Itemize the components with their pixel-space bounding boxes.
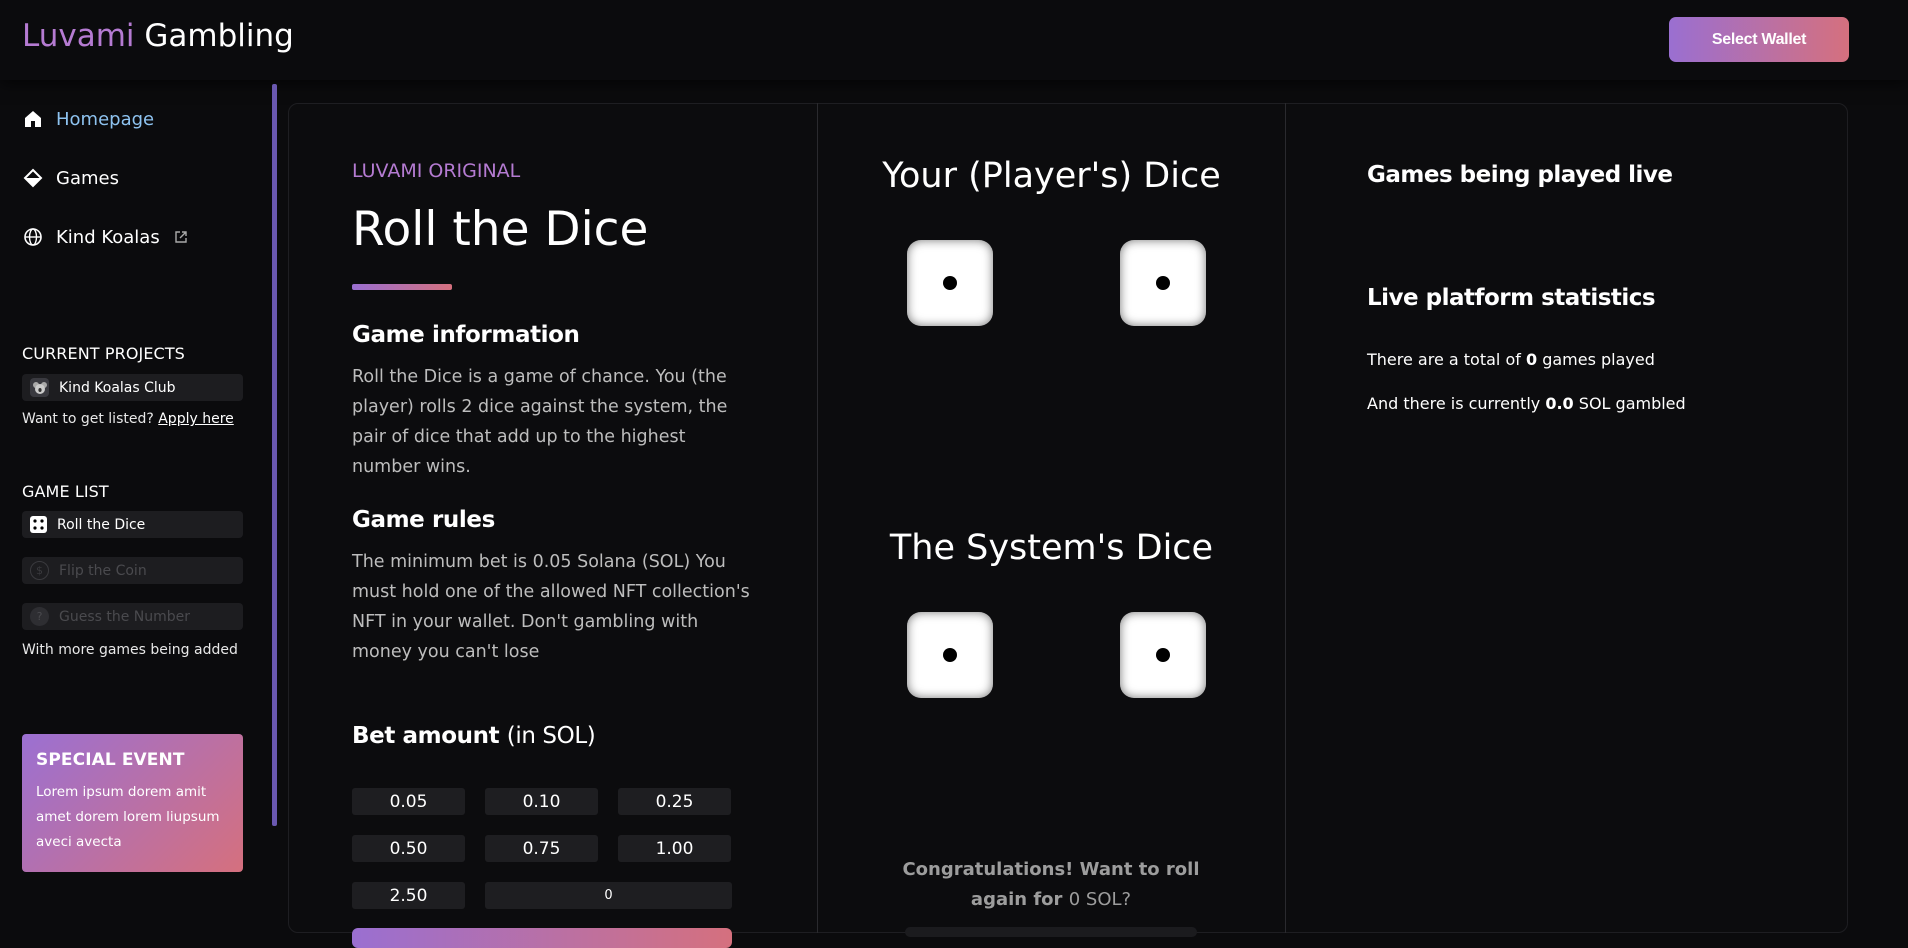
top-bar: Luvami Gambling Select Wallet	[0, 0, 1908, 80]
game-label: Flip the Coin	[59, 562, 147, 579]
total-games-stat: There are a total of 0 games played	[1367, 350, 1655, 369]
player-die	[907, 240, 993, 326]
globe-icon	[22, 226, 44, 248]
player-dice-title: Your (Player's) Dice	[882, 156, 1221, 196]
total-suffix: games played	[1542, 350, 1655, 369]
sidebar-scrollbar[interactable]	[272, 84, 277, 826]
sidebar-item-games[interactable]: Games	[22, 167, 119, 189]
bet-unit-text: (in SOL)	[506, 723, 596, 749]
system-die	[1120, 612, 1206, 698]
sidebar-item-label: Games	[56, 167, 119, 189]
roll-again-button[interactable]	[905, 927, 1197, 937]
logo-part-1: Luvami	[22, 18, 135, 54]
special-event-card[interactable]: SPECIAL EVENT Lorem ipsum dorem amit ame…	[22, 734, 243, 872]
die-pip	[943, 276, 957, 290]
column-divider	[817, 103, 818, 933]
home-icon	[22, 108, 44, 130]
result-message: Congratulations! Want to roll again for …	[885, 855, 1217, 915]
special-event-title: SPECIAL EVENT	[36, 750, 185, 770]
sidebar-item-label: Kind Koalas	[56, 226, 160, 248]
gambled-prefix: And there is currently	[1367, 394, 1541, 413]
game-item-flip-the-coin: $ Flip the Coin	[22, 557, 243, 584]
page-title: Roll the Dice	[352, 202, 649, 257]
system-die	[907, 612, 993, 698]
dice-icon	[30, 516, 47, 533]
game-label: Guess the Number	[59, 608, 191, 625]
more-games-note: With more games being added	[22, 642, 238, 658]
bet-amount-heading: Bet amount (in SOL)	[352, 723, 596, 749]
project-item-kind-koalas-club[interactable]: Kind Koalas Club	[22, 374, 243, 401]
title-underline	[352, 284, 452, 290]
bet-option-button[interactable]: 2.50	[352, 882, 465, 909]
question-icon: ?	[30, 607, 49, 626]
gambled-stat: And there is currently 0.0 SOL gambled	[1367, 394, 1686, 413]
game-rules-text: The minimum bet is 0.05 Solana (SOL) You…	[352, 552, 750, 662]
game-list-title: GAME LIST	[22, 482, 109, 501]
project-label: Kind Koalas Club	[59, 379, 176, 396]
bet-option-button[interactable]: 0.05	[352, 788, 465, 815]
game-info-heading: Game information	[352, 322, 580, 348]
external-link-icon	[174, 230, 188, 244]
column-divider	[1285, 103, 1286, 933]
bet-heading-text: Bet amount	[352, 723, 500, 749]
die-pip	[1156, 276, 1170, 290]
player-die	[1120, 240, 1206, 326]
apply-here-link[interactable]: Apply here	[158, 411, 234, 427]
game-info-text: Roll the Dice is a game of chance. You (…	[352, 367, 728, 477]
koala-icon	[30, 378, 49, 397]
listing-prompt: Want to get listed?	[22, 411, 154, 427]
logo[interactable]: Luvami Gambling	[22, 18, 294, 54]
total-prefix: There are a total of	[1367, 350, 1521, 369]
bet-option-button[interactable]: 0.10	[485, 788, 598, 815]
bet-option-button[interactable]: 0.75	[485, 835, 598, 862]
die-pip	[943, 648, 957, 662]
coin-icon: $	[30, 561, 49, 580]
live-games-heading: Games being played live	[1367, 162, 1673, 188]
game-item-guess-the-number: ? Guess the Number	[22, 603, 243, 630]
game-kicker: LUVAMI ORIGINAL	[352, 160, 521, 182]
current-projects-title: CURRENT PROJECTS	[22, 344, 185, 363]
special-event-text: Lorem ipsum dorem amit amet dorem lorem …	[36, 784, 220, 850]
sidebar-item-label: Homepage	[56, 108, 155, 130]
congrats-text: Congratulations! Want to roll again for	[902, 859, 1200, 910]
game-item-roll-the-dice[interactable]: Roll the Dice	[22, 511, 243, 538]
game-label: Roll the Dice	[57, 516, 146, 533]
listing-note: Want to get listed? Apply here	[22, 411, 234, 427]
platform-stats-heading: Live platform statistics	[1367, 285, 1656, 311]
logo-part-2: Gambling	[144, 18, 294, 54]
gambled-suffix: SOL gambled	[1578, 394, 1686, 413]
congrats-amount: 0 SOL?	[1068, 889, 1132, 910]
diamond-icon	[22, 167, 44, 189]
custom-bet-input[interactable]	[485, 882, 732, 909]
select-wallet-button[interactable]: Select Wallet	[1669, 17, 1849, 62]
sidebar-item-kind-koalas[interactable]: Kind Koalas	[22, 226, 188, 248]
bet-option-button[interactable]: 1.00	[618, 835, 731, 862]
sidebar-item-homepage[interactable]: Homepage	[22, 108, 154, 130]
bet-option-button[interactable]: 0.25	[618, 788, 731, 815]
bet-option-button[interactable]: 0.50	[352, 835, 465, 862]
die-pip	[1156, 648, 1170, 662]
total-games-value: 0	[1525, 350, 1538, 369]
game-rules-heading: Game rules	[352, 507, 495, 533]
system-dice-title: The System's Dice	[889, 528, 1214, 568]
roll-button[interactable]	[352, 928, 732, 948]
gambled-value: 0.0	[1545, 394, 1574, 413]
